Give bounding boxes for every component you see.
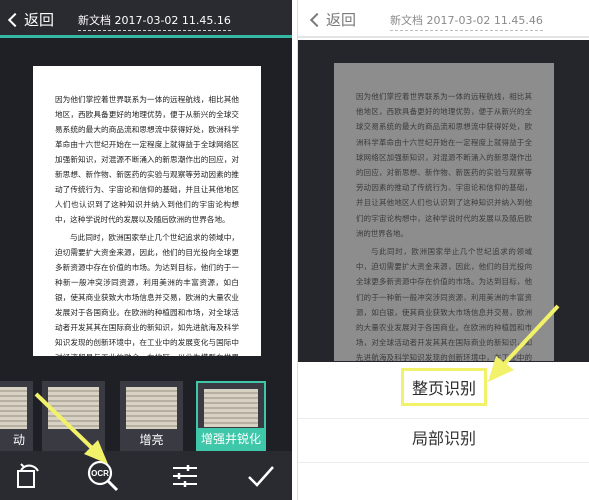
chevron-left-icon: [7, 12, 23, 28]
filter-item[interactable]: 动: [0, 381, 33, 451]
filter-label: 动: [12, 433, 25, 447]
filter-thumbnail: [48, 387, 99, 429]
chevron-left-icon: [309, 12, 325, 28]
whole-page-recognition-option[interactable]: 整页识别: [298, 368, 589, 408]
filter-item[interactable]: 增亮: [120, 381, 183, 451]
filter-thumbnail: [204, 389, 258, 427]
document-page: 因为他们掌控着世界联系为一体的远程航线，相比其他地区，西欧具备更好的地理优势，便…: [33, 66, 261, 356]
filter-item[interactable]: [42, 381, 105, 451]
document-title[interactable]: 新文档 2017-03-02 11.45.16: [78, 12, 231, 31]
filter-label: 增亮: [139, 433, 164, 447]
adjust-button[interactable]: [168, 459, 202, 493]
confirm-button[interactable]: [244, 459, 278, 493]
right-screen: 返回 新文档 2017-03-02 11.45.46 因为他们掌控着世界联系为一…: [297, 0, 589, 500]
rotate-button[interactable]: [12, 459, 46, 493]
back-label: 返回: [24, 11, 55, 29]
left-screen: 返回 新文档 2017-03-02 11.45.16 因为他们掌控着世界联系为一…: [0, 0, 292, 500]
filter-thumbnail: [0, 387, 27, 429]
document-paragraph: 与此同时，欧洲国家举止几个世纪追求的领域中，迫切需要扩大资金来源，因此，他们的目…: [356, 247, 532, 361]
document-paragraph: 因为他们掌控着世界联系为一体的远程航线，相比其他地区，西欧具备更好的地理优势，便…: [356, 92, 532, 238]
partial-recognition-option[interactable]: 局部识别: [298, 418, 589, 458]
filter-item-selected[interactable]: 增强并锐化: [196, 381, 266, 451]
partial-recognition-label: 局部识别: [411, 429, 476, 448]
document-page: 因为他们掌控着世界联系为一体的远程航线，相比其他地区，西欧具备更好的地理优势，便…: [334, 63, 554, 361]
filter-label: 增强并锐化: [198, 428, 264, 449]
ocr-text: OCR: [91, 469, 109, 478]
back-button[interactable]: 返回: [309, 9, 357, 30]
rotate-icon: [17, 463, 39, 488]
ocr-button[interactable]: OCR: [86, 459, 120, 493]
recognition-options-sheet: 整页识别 局部识别: [298, 362, 589, 500]
document-paragraph: 因为他们掌控着世界联系为一体的远程航线，相比其他地区，西欧具备更好的地理优势，便…: [55, 95, 239, 224]
document-title[interactable]: 新文档 2017-03-02 11.45.46: [390, 12, 543, 31]
sliders-icon: [173, 465, 197, 487]
whole-page-recognition-label: 整页识别: [400, 368, 487, 406]
back-button[interactable]: 返回: [7, 9, 55, 30]
filter-strip: 动 增亮 增强并锐化: [0, 381, 292, 451]
document-paragraph: 与此同时，欧洲国家举止几个世纪追求的领域中，迫切需要扩大资金来源，因此，他们的目…: [55, 233, 239, 356]
top-bar: 返回 新文档 2017-03-02 11.45.46: [298, 0, 589, 38]
filter-thumbnail: [126, 387, 177, 429]
top-bar: 返回 新文档 2017-03-02 11.45.16: [0, 0, 292, 38]
bottom-toolbar: OCR: [0, 451, 292, 500]
ocr-search-icon: OCR: [87, 460, 119, 492]
checkmark-icon: [248, 466, 274, 487]
back-label: 返回: [326, 11, 357, 29]
divider: [298, 462, 589, 463]
